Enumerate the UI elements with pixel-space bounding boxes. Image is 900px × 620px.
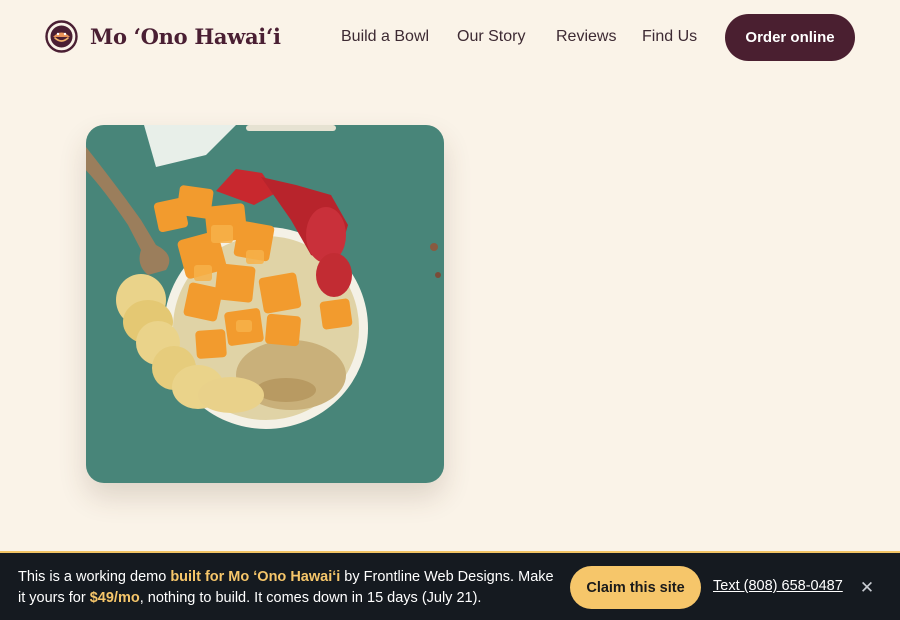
acai-bowl-photo bbox=[86, 125, 444, 483]
site-header: Mo ʻOno Hawaiʻi Build a Bowl Our Story R… bbox=[0, 0, 900, 76]
claim-site-button[interactable]: Claim this site bbox=[570, 566, 701, 609]
nav-build-a-bowl[interactable]: Build a Bowl bbox=[341, 28, 429, 46]
nav-find-us[interactable]: Find Us bbox=[642, 28, 697, 46]
banner-highlight-price: $49/mo bbox=[89, 590, 140, 606]
brand-name[interactable]: Mo ʻOno Hawaiʻi bbox=[90, 24, 281, 49]
banner-highlight-business: built for Mo ʻOno Hawaiʻi bbox=[170, 569, 341, 585]
demo-banner: This is a working demo built for Mo ʻOno… bbox=[0, 551, 900, 620]
banner-text-part: This is a working demo bbox=[18, 569, 171, 585]
text-phone-link[interactable]: Text (808) 658-0487 bbox=[713, 578, 843, 594]
close-icon[interactable]: ✕ bbox=[858, 579, 876, 597]
nav-reviews[interactable]: Reviews bbox=[556, 28, 616, 46]
smiling-bowl-icon[interactable] bbox=[45, 20, 78, 53]
order-online-button[interactable]: Order online bbox=[725, 14, 855, 61]
banner-text-part: , nothing to build. It comes down in 15 … bbox=[139, 590, 482, 606]
banner-message: This is a working demo built for Mo ʻOno… bbox=[18, 567, 563, 609]
nav-our-story[interactable]: Our Story bbox=[457, 28, 525, 46]
